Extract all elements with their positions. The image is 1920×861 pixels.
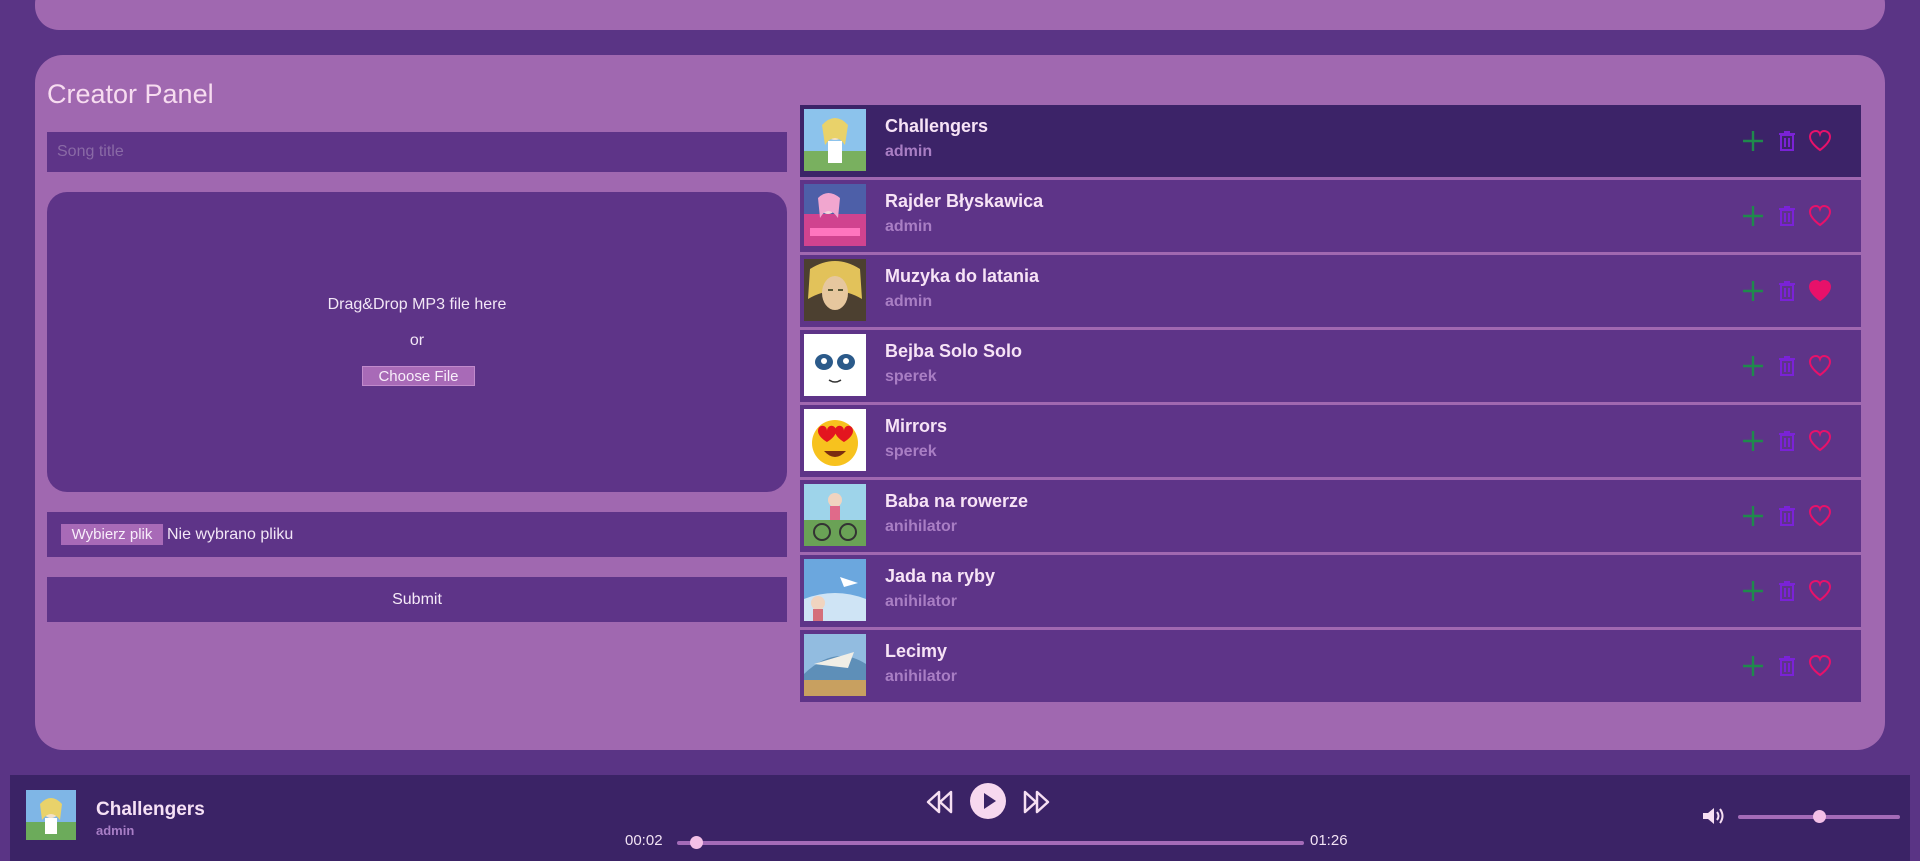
progress-handle[interactable] bbox=[689, 836, 703, 849]
creator-panel: Creator Panel Drag&Drop MP3 file here or… bbox=[35, 55, 1885, 750]
song-artist: anihilator bbox=[885, 668, 958, 685]
song-title: Lecimy bbox=[885, 641, 948, 661]
now-playing-thumbnail bbox=[26, 790, 76, 840]
song-row[interactable]: Lecimy anihilator bbox=[800, 630, 1861, 702]
song-row[interactable]: Rajder Błyskawica admin bbox=[800, 180, 1861, 252]
now-playing-title: Challengers bbox=[96, 799, 205, 820]
current-time: 00:02 bbox=[625, 832, 663, 849]
heart-icon[interactable] bbox=[1807, 128, 1833, 154]
song-artist: sperek bbox=[885, 368, 937, 385]
top-panel bbox=[35, 0, 1885, 30]
heart-icon[interactable] bbox=[1807, 203, 1833, 229]
song-row[interactable]: Jada na ryby anihilator bbox=[800, 555, 1861, 627]
song-title: Baba na rowerze bbox=[885, 491, 1029, 511]
trash-icon[interactable] bbox=[1774, 128, 1800, 154]
plus-icon[interactable] bbox=[1740, 578, 1766, 604]
song-title: Bejba Solo Solo bbox=[885, 341, 1023, 361]
image-file-input: Wybierz plik Nie wybrano pliku bbox=[47, 512, 787, 557]
volume-icon[interactable] bbox=[1700, 805, 1726, 827]
song-title: Mirrors bbox=[885, 416, 948, 436]
mp3-dropzone[interactable]: Drag&Drop MP3 file here or Choose File bbox=[47, 192, 787, 492]
plus-icon[interactable] bbox=[1740, 203, 1766, 229]
plus-icon[interactable] bbox=[1740, 503, 1766, 529]
song-artist: sperek bbox=[885, 443, 937, 460]
song-thumbnail bbox=[804, 409, 866, 471]
plus-icon[interactable] bbox=[1740, 278, 1766, 304]
trash-icon[interactable] bbox=[1774, 278, 1800, 304]
volume-slider[interactable] bbox=[1738, 810, 1900, 823]
song-row[interactable]: Muzyka do latania admin bbox=[800, 255, 1861, 327]
song-thumbnail bbox=[804, 559, 866, 621]
now-playing-artist: admin bbox=[96, 823, 135, 838]
heart-icon[interactable] bbox=[1807, 578, 1833, 604]
song-thumbnail bbox=[804, 259, 866, 321]
duration: 01:26 bbox=[1310, 832, 1348, 849]
plus-icon[interactable] bbox=[1740, 128, 1766, 154]
song-thumbnail bbox=[804, 634, 866, 696]
player-bar: Challengers admin 00:02 01:26 bbox=[10, 775, 1910, 861]
dropzone-text: Drag&Drop MP3 file here bbox=[327, 296, 507, 313]
panel-title: Creator Panel bbox=[47, 79, 214, 109]
file-status: Nie wybrano pliku bbox=[167, 526, 294, 543]
trash-icon[interactable] bbox=[1774, 578, 1800, 604]
song-list: Challengers admin Rajder Błyskawica admin Mu… bbox=[800, 105, 1861, 705]
song-artist: admin bbox=[885, 293, 933, 310]
song-row[interactable]: Challengers admin bbox=[800, 105, 1861, 177]
plus-icon[interactable] bbox=[1740, 353, 1766, 379]
progress-slider[interactable] bbox=[677, 836, 1304, 849]
song-artist: admin bbox=[885, 143, 933, 160]
volume-handle[interactable] bbox=[1813, 810, 1826, 823]
song-title-input[interactable] bbox=[47, 132, 787, 172]
song-artist: admin bbox=[885, 218, 933, 235]
song-row[interactable]: Baba na rowerze anihilator bbox=[800, 480, 1861, 552]
song-thumbnail bbox=[804, 334, 866, 396]
song-thumbnail bbox=[804, 484, 866, 546]
plus-icon[interactable] bbox=[1740, 653, 1766, 679]
song-artist: anihilator bbox=[885, 593, 958, 610]
song-title: Challengers bbox=[885, 116, 989, 136]
plus-icon[interactable] bbox=[1740, 428, 1766, 454]
song-title: Muzyka do latania bbox=[885, 266, 1040, 286]
rewind-icon[interactable] bbox=[925, 790, 953, 814]
song-thumbnail bbox=[804, 184, 866, 246]
trash-icon[interactable] bbox=[1774, 353, 1800, 379]
heart-icon[interactable] bbox=[1807, 428, 1833, 454]
heart-icon[interactable] bbox=[1807, 278, 1833, 304]
song-title: Rajder Błyskawica bbox=[885, 191, 1044, 211]
song-row[interactable]: Mirrors sperek bbox=[800, 405, 1861, 477]
heart-icon[interactable] bbox=[1807, 503, 1833, 529]
song-row[interactable]: Bejba Solo Solo sperek bbox=[800, 330, 1861, 402]
dropzone-or: or bbox=[409, 332, 425, 349]
choose-file-button[interactable]: Choose File bbox=[362, 366, 475, 386]
trash-icon[interactable] bbox=[1774, 503, 1800, 529]
trash-icon[interactable] bbox=[1774, 428, 1800, 454]
trash-icon[interactable] bbox=[1774, 653, 1800, 679]
song-thumbnail bbox=[804, 109, 866, 171]
play-icon[interactable] bbox=[970, 783, 1006, 819]
select-file-button[interactable]: Wybierz plik bbox=[61, 524, 163, 545]
submit-button[interactable]: Submit bbox=[47, 577, 787, 622]
song-artist: anihilator bbox=[885, 518, 958, 535]
fast-forward-icon[interactable] bbox=[1023, 790, 1051, 814]
heart-icon[interactable] bbox=[1807, 653, 1833, 679]
trash-icon[interactable] bbox=[1774, 203, 1800, 229]
heart-icon[interactable] bbox=[1807, 353, 1833, 379]
song-title: Jada na ryby bbox=[885, 566, 996, 586]
